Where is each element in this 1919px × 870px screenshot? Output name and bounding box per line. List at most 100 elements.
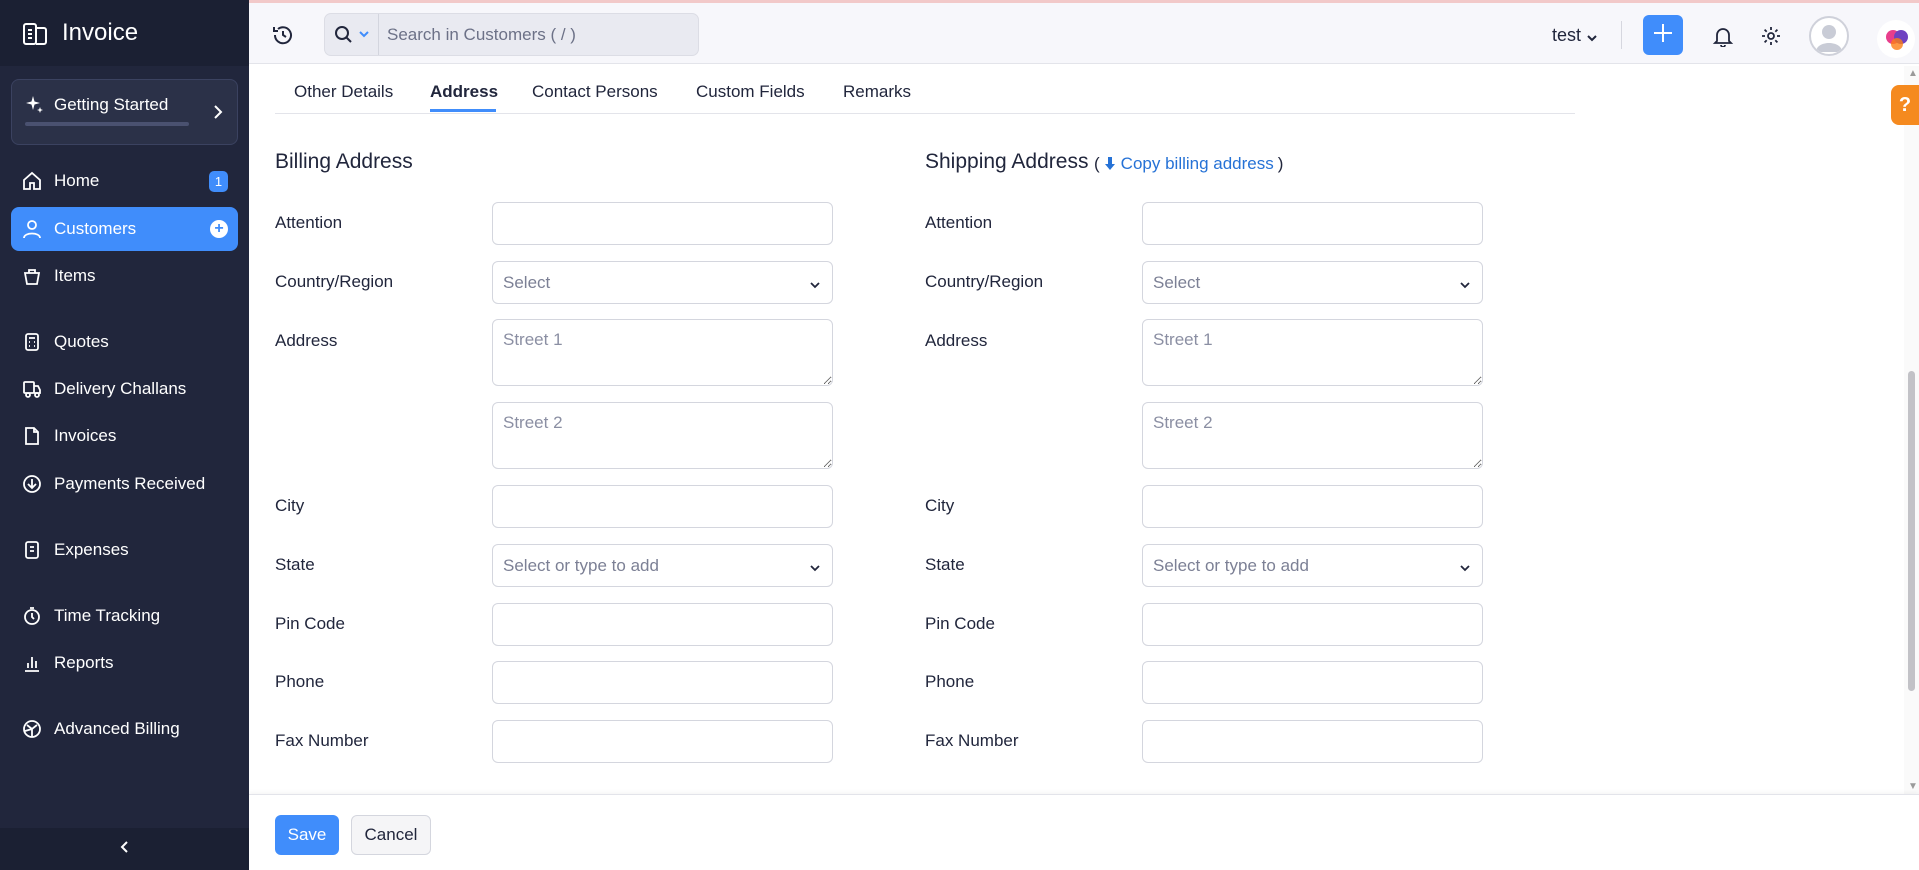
calculator-icon (21, 331, 43, 353)
billing-country-label: Country/Region (275, 272, 394, 291)
sidebar-item-delivery-challans[interactable]: Delivery Challans (11, 367, 238, 411)
shipping-address-label: Address (925, 331, 988, 350)
shipping-state-label: State (925, 555, 965, 574)
scroll-up-arrow-icon[interactable]: ▲ (1908, 68, 1918, 79)
search-separator (378, 14, 379, 55)
invoice-logo-icon (20, 18, 50, 48)
sidebar-item-label: Reports (54, 653, 114, 672)
gear-icon[interactable] (1760, 25, 1782, 47)
avatar[interactable] (1809, 16, 1849, 56)
shipping-street2-input[interactable] (1142, 402, 1483, 469)
shipping-phone-input[interactable] (1142, 661, 1483, 704)
sidebar-item-payments-received[interactable]: Payments Received (11, 462, 238, 506)
sidebar-item-expenses[interactable]: Expenses (11, 528, 238, 572)
shipping-country-select[interactable]: Select (1142, 261, 1483, 304)
sidebar-item-label: Items (54, 266, 96, 285)
billing-attention-input[interactable] (492, 202, 833, 245)
shipping-fax-input[interactable] (1142, 720, 1483, 763)
shipping-pin-label: Pin Code (925, 614, 995, 633)
tab-address[interactable]: Address (430, 82, 498, 102)
shipping-attention-label: Attention (925, 213, 993, 232)
shipping-country-label: Country/Region (925, 272, 1044, 291)
shipping-fax-label: Fax Number (925, 731, 1019, 750)
basket-icon (21, 265, 43, 287)
recent-history-icon[interactable] (271, 23, 295, 47)
collapse-sidebar-button[interactable] (0, 828, 249, 870)
billing-state-placeholder: Select or type to add (503, 556, 659, 575)
sidebar-item-label: Delivery Challans (54, 379, 187, 398)
billing-address-title: Billing Address (275, 150, 413, 173)
app-name: Invoice (62, 19, 139, 46)
sidebar-item-quotes[interactable]: Quotes (11, 320, 238, 364)
sidebar-item-advanced-billing[interactable]: Advanced Billing (11, 707, 238, 751)
sidebar-item-time-tracking[interactable]: Time Tracking (11, 594, 238, 638)
sidebar-item-home[interactable]: Home 1 (11, 159, 238, 203)
tab-custom-fields[interactable]: Custom Fields (696, 82, 805, 102)
billing-street1-input[interactable] (492, 319, 833, 386)
sidebar-item-label: Advanced Billing (54, 719, 180, 738)
shipping-street1-input[interactable] (1142, 319, 1483, 386)
tab-other-details[interactable]: Other Details (294, 82, 393, 102)
brand[interactable]: Invoice (0, 0, 249, 66)
quick-create-button[interactable] (1643, 15, 1683, 55)
billing-street2-input[interactable] (492, 402, 833, 469)
cancel-button[interactable]: Cancel (351, 815, 431, 855)
stopwatch-icon (21, 605, 43, 627)
search-input[interactable] (387, 23, 687, 47)
search-bar (324, 13, 699, 56)
sidebar-item-label: Home (54, 171, 100, 190)
billing-city-label: City (275, 496, 305, 515)
shipping-pin-input[interactable] (1142, 603, 1483, 646)
page-scrollbar[interactable]: ▲ ▼ (1904, 66, 1919, 794)
billing-country-select[interactable]: Select (492, 261, 833, 304)
shipping-state-select[interactable]: Select or type to add (1142, 544, 1483, 587)
copy-billing-address-label: Copy billing address (1120, 154, 1274, 173)
billing-address-label: Address (275, 331, 338, 350)
sidebar-item-customers[interactable]: Customers + (11, 207, 238, 251)
tab-remarks[interactable]: Remarks (843, 82, 911, 102)
billing-attention-label: Attention (275, 213, 343, 232)
copy-billing-address-link[interactable]: Copy billing address (1104, 154, 1274, 174)
copy-billing-wrapper: ( Copy billing address ) (1094, 154, 1283, 174)
paren-open: ( (1094, 154, 1100, 173)
form-footer: Save Cancel (249, 794, 1919, 870)
save-button[interactable]: Save (275, 815, 339, 855)
sparkle-icon (25, 95, 45, 115)
sidebar-item-invoices[interactable]: Invoices (11, 414, 238, 458)
shipping-city-label: City (925, 496, 955, 515)
tab-contact-persons[interactable]: Contact Persons (532, 82, 658, 102)
document-icon (21, 425, 43, 447)
plus-icon (1652, 22, 1674, 49)
chevron-down-icon (1458, 560, 1472, 574)
add-customer-plus-icon[interactable]: + (210, 220, 228, 238)
active-tab-indicator (430, 109, 496, 112)
sidebar-item-label: Time Tracking (54, 606, 161, 625)
sidebar-item-reports[interactable]: Reports (11, 641, 238, 685)
help-button[interactable]: ? (1891, 85, 1919, 125)
tab-bar: Other Details Address Contact Persons Cu… (275, 64, 1575, 114)
billing-phone-input[interactable] (492, 661, 833, 704)
chevron-right-icon (209, 103, 227, 121)
ai-assistant-icon[interactable] (1877, 20, 1915, 58)
getting-started-card[interactable]: Getting Started (11, 79, 238, 145)
search-icon[interactable] (334, 25, 374, 45)
billing-fax-input[interactable] (492, 720, 833, 763)
scroll-thumb[interactable] (1908, 371, 1915, 691)
sidebar-item-label: Invoices (54, 426, 117, 445)
shipping-attention-input[interactable] (1142, 202, 1483, 245)
sidebar-item-items[interactable]: Items (11, 254, 238, 298)
bell-icon[interactable] (1712, 25, 1734, 48)
shipping-phone-label: Phone (925, 672, 975, 691)
scroll-down-arrow-icon[interactable]: ▼ (1908, 781, 1918, 792)
org-name: test (1552, 25, 1582, 45)
shipping-city-input[interactable] (1142, 485, 1483, 528)
billing-city-input[interactable] (492, 485, 833, 528)
chevron-down-icon (808, 560, 822, 574)
home-icon (21, 170, 43, 192)
shipping-address-title: Shipping Address (925, 150, 1089, 173)
chevron-down-icon (808, 277, 822, 291)
billing-state-select[interactable]: Select or type to add (492, 544, 833, 587)
org-switcher[interactable]: test (1552, 25, 1599, 46)
billing-pin-input[interactable] (492, 603, 833, 646)
billing-country-placeholder: Select (503, 273, 551, 292)
